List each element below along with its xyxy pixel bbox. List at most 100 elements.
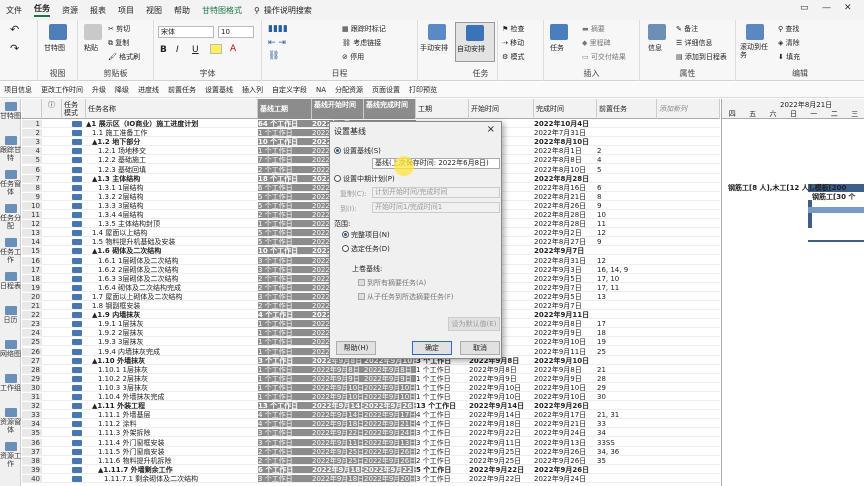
empty-cell[interactable] — [657, 348, 720, 356]
predecessors[interactable]: 29 — [597, 384, 657, 392]
duration[interactable]: 1 个工作日 — [416, 375, 469, 383]
baseline-duration[interactable]: 3 个工作日 — [258, 429, 312, 438]
task-name[interactable]: ▲1.9 内墙抹灰 — [86, 311, 258, 320]
baseline-start[interactable]: 2022年9月14日 — [312, 411, 364, 420]
finish-date[interactable]: 2022年9月5日 — [534, 293, 597, 301]
view-task-work[interactable]: 任务工作 — [0, 237, 21, 269]
start-date[interactable]: 2022年9月22日 — [469, 466, 534, 474]
baseline-finish[interactable]: 2022年9月17日 — [364, 411, 416, 420]
gantt-chart-icon[interactable] — [49, 24, 67, 40]
task-name[interactable]: 1.6.3 3层砌体及二次结构 — [86, 275, 258, 283]
task-name[interactable]: ▲1.6 砌体及二次结构 — [86, 247, 258, 256]
baseline-duration[interactable]: 2 个工作日 — [258, 165, 312, 174]
empty-cell[interactable] — [657, 329, 720, 338]
checkbox-all-summary[interactable]: 到所有摘要任务(A) — [358, 278, 426, 288]
info-column-icon[interactable]: ⓘ — [42, 99, 62, 119]
predecessors[interactable]: 2 — [597, 147, 657, 156]
table-row[interactable]: 28 1.10.1 1层抹灰 1 个工作日 2022年9月8日 2022年9月8日 1 个… — [22, 365, 720, 374]
empty-cell[interactable] — [657, 357, 720, 365]
task-name[interactable]: 1.10.2 2层抹灰 — [86, 375, 258, 383]
qt-project-info[interactable]: 项目信息 — [4, 85, 32, 95]
find-button[interactable]: ⚲ 查找 — [778, 24, 799, 34]
table-row[interactable]: 29 1.10.2 2层抹灰 1 个工作日 2022年9月9日 2022年9月9日 1 个… — [22, 374, 720, 383]
row-id[interactable]: 9 — [22, 192, 42, 201]
task-name[interactable]: 1.11.6 物料提升机拆除 — [86, 457, 258, 465]
baseline-duration[interactable]: 3 个工作日 — [258, 474, 312, 483]
qt-predecessors[interactable]: 前置任务 — [168, 85, 196, 95]
finish-date[interactable]: 2022年9月11日 — [534, 348, 597, 356]
empty-cell[interactable] — [657, 166, 720, 174]
finish-date[interactable]: 2022年8月16日 — [534, 184, 597, 192]
empty-cell[interactable] — [657, 220, 720, 229]
row-id[interactable]: 33 — [22, 411, 42, 420]
baseline-duration[interactable]: 1 个工作日 — [258, 129, 312, 138]
finish-date[interactable]: 2022年8月8日 — [534, 156, 597, 165]
baseline-duration[interactable]: 1 个工作日 — [258, 220, 312, 229]
baseline-duration[interactable]: 1 个工作日 — [258, 329, 312, 338]
empty-cell[interactable] — [657, 257, 720, 265]
task-name[interactable]: 1.3.2 2层结构 — [86, 193, 258, 201]
start-date[interactable]: 2022年9月10日 — [469, 393, 534, 401]
empty-cell[interactable] — [657, 156, 720, 165]
empty-cell[interactable] — [657, 138, 720, 147]
predecessors[interactable]: 34 — [597, 429, 657, 438]
baseline-finish[interactable]: 2022年9月8日 — [364, 365, 416, 374]
header-mode[interactable]: 任务模式 — [62, 99, 86, 119]
search-icon[interactable]: ⚲ — [254, 6, 260, 15]
baseline-duration[interactable]: 7 个工作日 — [258, 156, 312, 165]
header-finish[interactable]: 完成时间 — [534, 99, 597, 119]
qt-indent[interactable]: 降级 — [115, 85, 129, 95]
empty-cell[interactable] — [657, 238, 720, 247]
percent-complete-icon[interactable]: ▮▮▮▮ — [268, 24, 288, 34]
finish-date[interactable]: 2022年8月31日 — [534, 257, 597, 265]
format-painter-button[interactable]: 🖌 格式刷 — [108, 52, 140, 62]
row-id[interactable]: 7 — [22, 174, 42, 183]
font-name-combo[interactable]: 宋体 — [158, 26, 214, 38]
duration[interactable]: 3 个工作日 — [416, 429, 469, 438]
gantt-summary-bar[interactable] — [808, 240, 864, 242]
baseline-duration[interactable]: 1 个工作日 — [258, 347, 312, 356]
baseline-duration[interactable]: 2 个工作日 — [258, 211, 312, 219]
task-name[interactable]: 1.1 施工准备工作 — [86, 129, 258, 138]
qt-change-working-time[interactable]: 更改工作时间 — [41, 85, 83, 95]
italic-button[interactable]: I — [176, 45, 179, 55]
baseline-start[interactable]: 2022年9月25日 — [312, 456, 364, 465]
task-name[interactable]: 1.4 屋面以上结构 — [86, 229, 258, 238]
row-id[interactable]: 27 — [22, 356, 42, 365]
empty-cell[interactable] — [657, 475, 720, 483]
predecessors[interactable]: 34, 36 — [597, 448, 657, 456]
menu-task[interactable]: 任务 — [34, 3, 50, 17]
manual-schedule-button[interactable]: 手动安排 — [420, 43, 448, 53]
baseline-duration[interactable]: 3 个工作日 — [258, 292, 312, 301]
view-team[interactable]: 工作组 — [0, 373, 21, 405]
menu-view[interactable]: 视图 — [146, 5, 162, 16]
finish-date[interactable]: 2022年9月10日 — [534, 357, 597, 365]
empty-cell[interactable] — [657, 402, 720, 411]
duration[interactable]: 5 个工作日 — [416, 466, 469, 474]
finish-date[interactable]: 2022年9月10日 — [534, 338, 597, 347]
view-task-usage[interactable]: 任务分配 — [0, 203, 21, 235]
baseline-duration[interactable]: 10 个工作日 — [258, 138, 312, 147]
finish-date[interactable]: 2022年9月9日 — [534, 375, 597, 383]
paste-icon[interactable] — [84, 24, 102, 40]
predecessors[interactable]: 11 — [597, 220, 657, 229]
view-timeline[interactable]: 日程表 — [0, 271, 21, 303]
baseline-duration[interactable]: 1 个工作日 — [258, 383, 312, 392]
row-id[interactable]: 1 — [22, 120, 42, 128]
view-gantt[interactable]: 甘特图 — [0, 101, 21, 133]
baseline-start[interactable]: 2022年9月10日 — [312, 383, 364, 392]
duration[interactable]: 2 个工作日 — [416, 448, 469, 456]
baseline-start[interactable]: 2022年9月18日 — [312, 474, 364, 483]
finish-date[interactable]: 2022年9月26日 — [534, 466, 597, 474]
finish-date[interactable]: 2022年9月11日 — [534, 311, 597, 320]
respect-links-button[interactable]: ⛓ 考虑链接 — [342, 38, 381, 48]
predecessors[interactable]: 8 — [597, 193, 657, 201]
table-row[interactable]: 40 1.11.7.1 剩余砌体及二次结构 3 个工作日 2022年9月18日 2022… — [22, 474, 720, 483]
task-name[interactable]: ▲1.11.7 外墙剩余工作 — [86, 466, 258, 474]
row-id[interactable]: 37 — [22, 447, 42, 456]
row-id[interactable]: 15 — [22, 247, 42, 256]
baseline-duration[interactable]: 5 个工作日 — [258, 238, 312, 247]
summary-button[interactable]: ▬ 摘要 — [582, 24, 605, 34]
finish-date[interactable]: 2022年9月26日 — [534, 457, 597, 465]
clear-button[interactable]: ◈ 清除 — [778, 38, 800, 48]
